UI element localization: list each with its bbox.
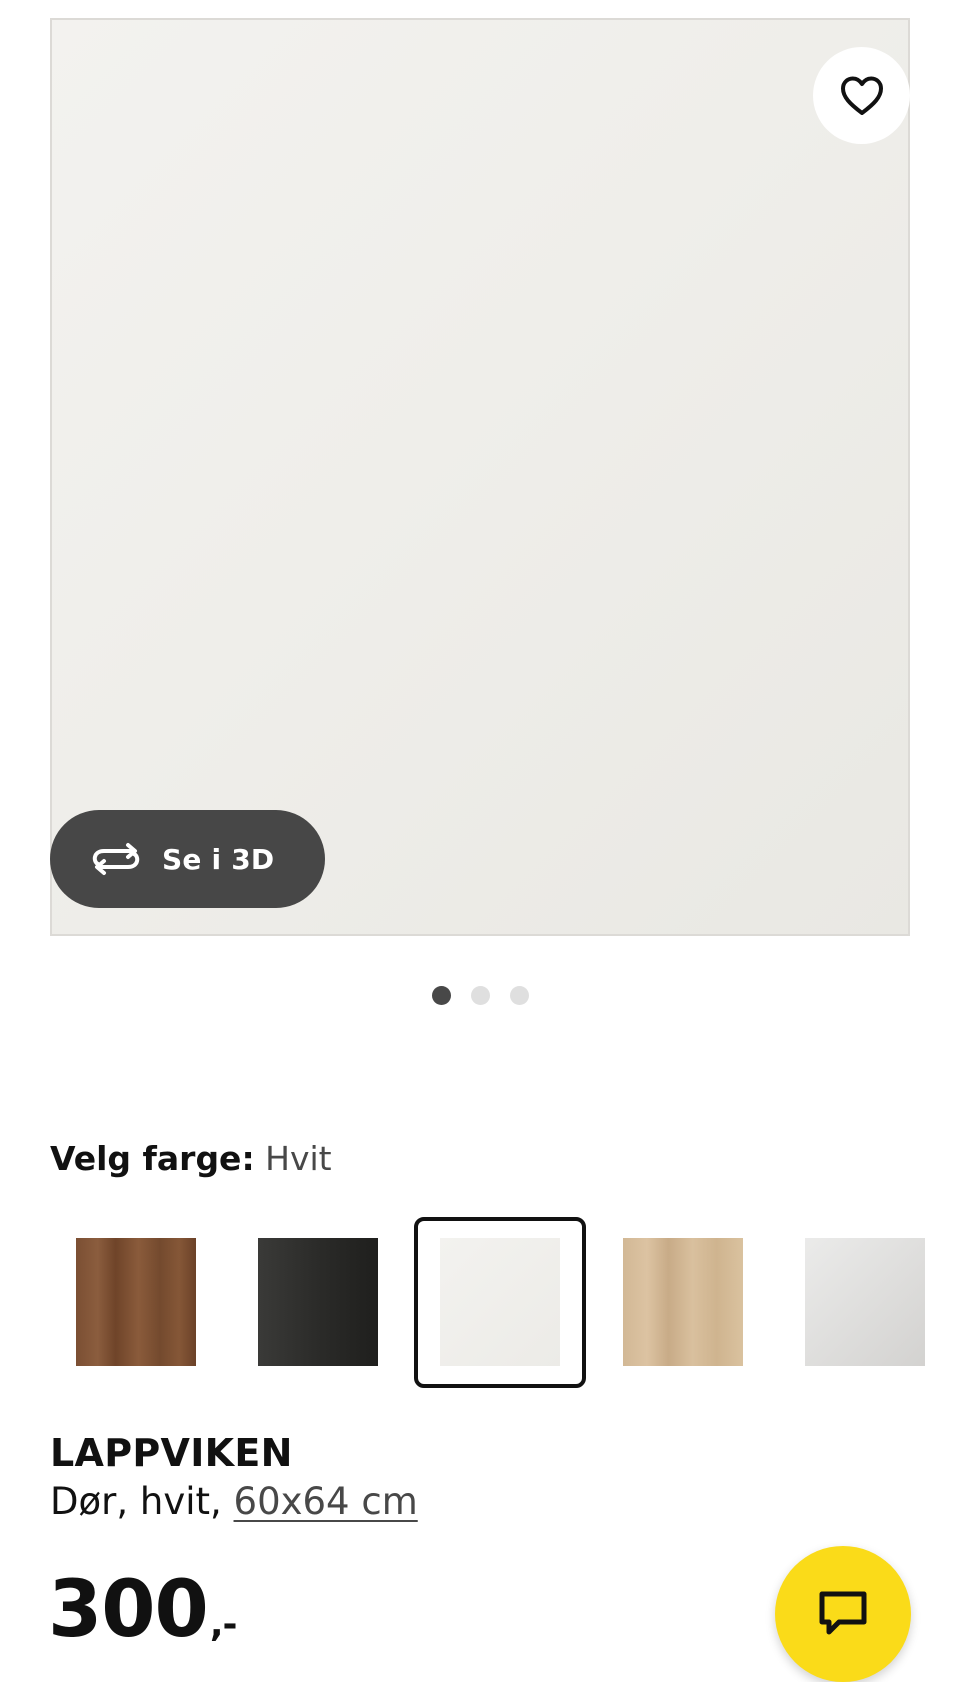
product-size-link[interactable]: 60x64 cm (234, 1480, 418, 1523)
chat-bubble-icon (819, 1591, 867, 1635)
color-swatch-light-grey[interactable] (805, 1238, 925, 1366)
product-image[interactable] (50, 18, 910, 936)
color-swatch-black[interactable] (258, 1238, 378, 1366)
view-in-3d-button[interactable]: Se i 3D (50, 810, 325, 908)
carousel-dot-3[interactable] (509, 986, 529, 1005)
view-in-3d-label: Se i 3D (162, 842, 275, 876)
color-swatch-oak[interactable] (623, 1238, 743, 1366)
heart-icon (840, 76, 883, 115)
color-swatch-walnut[interactable] (76, 1238, 196, 1366)
product-description-text: Dør, hvit, (50, 1480, 234, 1523)
rotate-3d-icon (92, 843, 140, 875)
chat-button[interactable] (775, 1546, 911, 1682)
product-price: 300,- (48, 1565, 238, 1670)
product-name: LAPPVIKEN (50, 1431, 293, 1475)
price-value: 300 (48, 1565, 209, 1655)
product-description: Dør, hvit, 60x64 cm (50, 1478, 418, 1526)
carousel-dot-2[interactable] (470, 986, 490, 1005)
favourite-button[interactable] (813, 47, 910, 144)
color-selector-label: Velg farge: Hvit (50, 1137, 332, 1181)
color-swatch-white[interactable] (440, 1238, 560, 1366)
carousel-dot-1[interactable] (431, 986, 451, 1005)
selected-color-value: Hvit (265, 1139, 332, 1178)
price-suffix: ,- (209, 1604, 238, 1645)
carousel-pagination (0, 986, 960, 1006)
color-label-text: Velg farge: (50, 1139, 255, 1178)
